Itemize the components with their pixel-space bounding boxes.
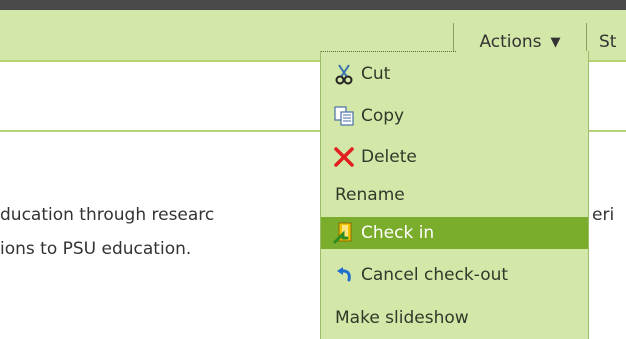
check-in-icon [333,222,355,244]
menu-item-label: Cut [361,64,391,84]
menu-item-label: Copy [361,106,405,126]
chevron-down-icon: ▼ [550,35,561,50]
menu-item-label: Make slideshow [335,308,469,328]
menu-item-check-in[interactable]: Check in [321,217,588,249]
menu-item-label: Delete [361,147,417,167]
menu-top-dotted-border [321,51,456,52]
menu-item-copy[interactable]: Copy [321,100,588,132]
delete-x-icon [333,146,355,168]
body-text-line-2: ions to PSU education. [0,239,192,259]
menu-item-label: Check in [361,223,435,243]
actions-label: Actions [479,32,542,52]
menu-item-cancel-check-out[interactable]: Cancel check-out [321,259,588,291]
menu-item-cut[interactable]: Cut [321,58,588,90]
body-text-line-1: ducation through researc [0,205,215,225]
menu-item-make-slideshow[interactable]: Make slideshow [321,302,588,334]
next-toolbar-tab[interactable]: St [599,23,616,61]
undo-arrow-icon [333,264,355,286]
menu-item-delete[interactable]: Delete [321,141,588,173]
body-text-line-1-tail: eri [592,205,615,225]
menu-item-label: Cancel check-out [361,265,509,285]
next-toolbar-tab-label: St [599,32,617,52]
copy-icon [333,105,355,127]
actions-dropdown-menu: Cut Copy Delete Rename Check in Cancel c… [320,51,589,339]
menu-item-label: Rename [335,185,405,205]
menu-item-rename[interactable]: Rename [321,179,588,211]
scissors-icon [333,63,355,85]
top-dark-bar [0,0,626,10]
